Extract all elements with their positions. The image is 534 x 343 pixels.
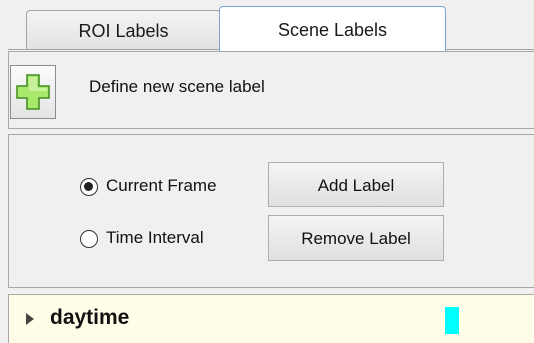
plus-icon (16, 74, 50, 110)
add-label-button[interactable]: Add Label (268, 162, 444, 207)
define-new-label-text: Define new scene label (89, 77, 265, 96)
time-interval-label: Time Interval (106, 228, 204, 247)
radio-selected-dot (84, 182, 93, 191)
tab-divider (445, 49, 534, 50)
tab-divider (8, 49, 220, 50)
tab-roi-labels[interactable]: ROI Labels (26, 10, 221, 50)
define-new-label-button[interactable] (10, 65, 56, 119)
expand-caret-icon[interactable] (26, 313, 34, 325)
label-controls-group (8, 134, 534, 288)
current-frame-radio[interactable] (80, 178, 98, 196)
tab-strip: ROI Labels Scene Labels (0, 0, 534, 51)
label-name: daytime (50, 306, 130, 329)
label-color-swatch (445, 307, 459, 334)
time-interval-radio[interactable] (80, 230, 98, 248)
tab-scene-labels[interactable]: Scene Labels (219, 6, 446, 51)
scene-labels-panel: ROI Labels Scene Labels Define new scene… (0, 0, 534, 343)
current-frame-label: Current Frame (106, 176, 217, 195)
remove-label-button[interactable]: Remove Label (268, 215, 444, 261)
define-label-row (8, 51, 534, 129)
